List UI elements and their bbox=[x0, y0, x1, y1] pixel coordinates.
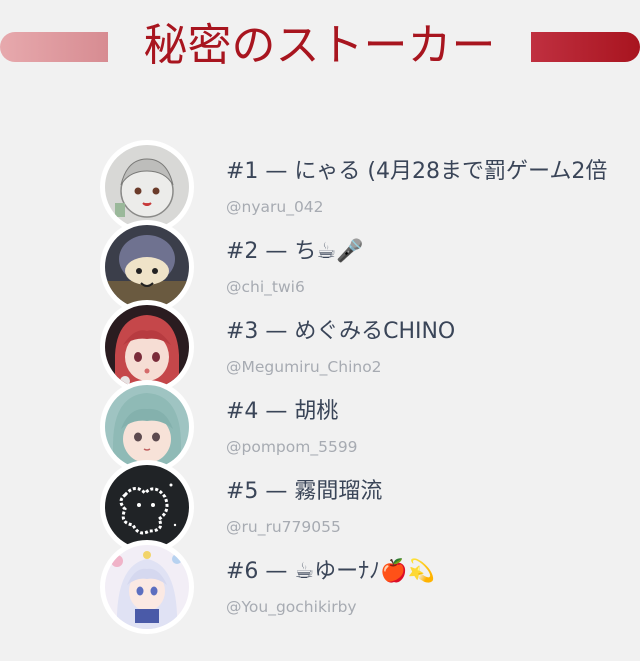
avatar-drawn-girl-icon bbox=[105, 145, 189, 229]
entry-name: #2 — ち☕🎤 bbox=[226, 239, 364, 264]
entry-name: #1 — にゃる (4月28まで罰ゲーム2倍 bbox=[226, 159, 608, 184]
entry-handle[interactable]: @pompom_5599 bbox=[226, 436, 358, 458]
entry-handle[interactable]: @chi_twi6 bbox=[226, 276, 305, 298]
entry-name: #6 — ☕ゆーﾅﾉ🍎💫 bbox=[226, 559, 435, 584]
entry-name: #5 — 霧間瑠流 bbox=[226, 479, 383, 504]
entry-handle[interactable]: @You_gochikirby bbox=[226, 596, 357, 618]
entry-handle[interactable]: @ru_ru779055 bbox=[226, 516, 341, 538]
avatar-light-drawing-icon bbox=[105, 465, 189, 549]
list-item[interactable]: #6 — ☕ゆーﾅﾉ🍎💫 @You_gochikirby bbox=[100, 540, 640, 636]
avatar[interactable] bbox=[100, 540, 194, 634]
stalker-list: #1 — にゃる (4月28まで罰ゲーム2倍 @nyaru_042 #2 — ち… bbox=[0, 0, 640, 661]
avatar-plush-icon bbox=[105, 225, 189, 309]
avatar-green-hair-girl-icon bbox=[105, 385, 189, 469]
ranking-page: 秘密のストーカー #1 — にゃる (4月28まで罰ゲーム2倍 @nyaru_0… bbox=[0, 0, 640, 661]
avatar-red-hair-girl-icon bbox=[105, 305, 189, 389]
entry-handle[interactable]: @Megumiru_Chino2 bbox=[226, 356, 382, 378]
avatar-white-hair-girl-icon bbox=[105, 545, 189, 629]
entry-name: #4 — 胡桃 bbox=[226, 399, 339, 424]
entry-handle[interactable]: @nyaru_042 bbox=[226, 196, 324, 218]
entry-name: #3 — めぐみるCHINO bbox=[226, 319, 456, 344]
